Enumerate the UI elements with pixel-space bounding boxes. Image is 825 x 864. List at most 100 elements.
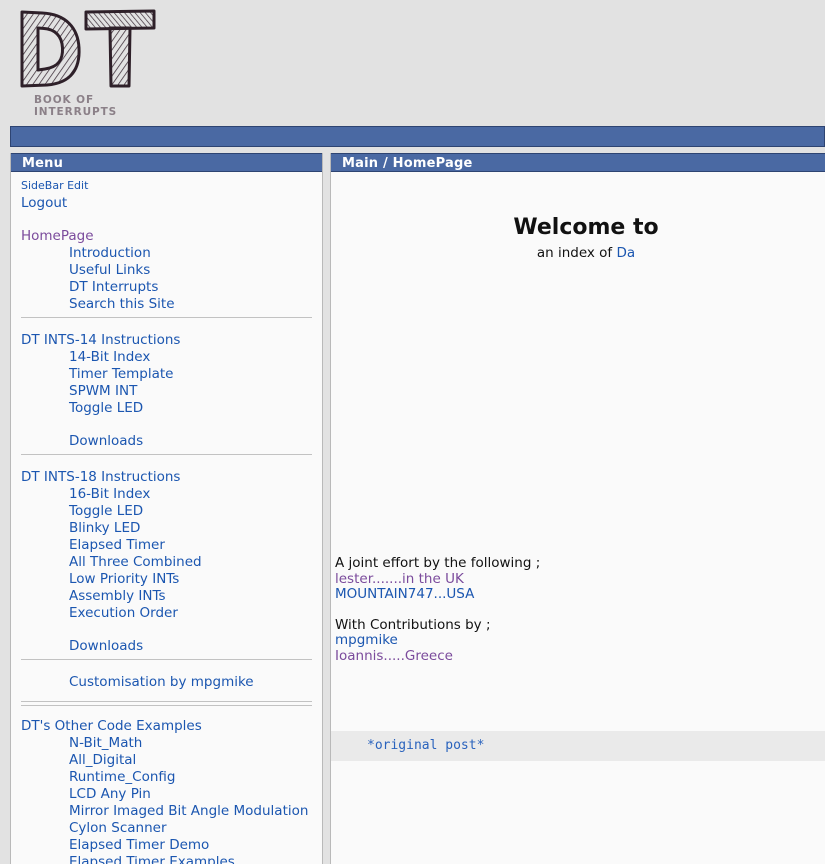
sidebar-link-runtime-config[interactable]: Runtime_Config bbox=[69, 769, 175, 785]
page-title: Welcome to bbox=[513, 215, 659, 240]
sidebar-link-elapsed-timer-examples[interactable]: Elapsed Timer Examples bbox=[69, 854, 235, 864]
contributions-label: With Contributions by ; bbox=[335, 616, 491, 633]
sidebar-item-lcd-any-pin[interactable]: LCD Any Pin bbox=[21, 785, 312, 802]
sidebar-link-low-priority-ints[interactable]: Low Priority INTs bbox=[69, 571, 179, 587]
sidebar-link-toggle-led-18[interactable]: Toggle LED bbox=[69, 503, 143, 519]
sidebar-link-downloads-14[interactable]: Downloads bbox=[69, 433, 143, 449]
sidebar-section-ints14-heading[interactable]: DT INTS-14 Instructions bbox=[21, 331, 312, 348]
sidebar-link-dt-ints-18-instructions[interactable]: DT INTS-18 Instructions bbox=[21, 469, 180, 485]
sidebar-link-dts-other-code-examples[interactable]: DT's Other Code Examples bbox=[21, 718, 202, 734]
sidebar-link-homepage[interactable]: HomePage bbox=[21, 228, 94, 244]
page-subtitle-link[interactable]: Da bbox=[616, 245, 635, 261]
dt-sketch-logo-icon bbox=[20, 9, 156, 88]
sidebar: Menu SideBar Edit Logout HomePage Introd… bbox=[10, 153, 323, 864]
sidebar-item-useful-links[interactable]: Useful Links bbox=[21, 261, 312, 278]
sidebar-item-sidebar-edit[interactable]: SideBar Edit bbox=[21, 178, 312, 194]
sidebar-link-14-bit-index[interactable]: 14-Bit Index bbox=[69, 349, 150, 365]
sidebar-section-ints18-heading[interactable]: DT INTS-18 Instructions bbox=[21, 468, 312, 485]
sidebar-item-mirror-imaged-bam[interactable]: Mirror Imaged Bit Angle Modulation bbox=[21, 802, 312, 819]
sidebar-item-elapsed-timer-examples[interactable]: Elapsed Timer Examples bbox=[21, 853, 312, 864]
credit-link-lester[interactable]: lester.......in the UK bbox=[335, 571, 464, 587]
credit-link-mpgmike[interactable]: mpgmike bbox=[335, 632, 398, 648]
sidebar-item-all-three-combined[interactable]: All Three Combined bbox=[21, 553, 312, 570]
sidebar-item-search-this-site[interactable]: Search this Site bbox=[21, 295, 312, 312]
sidebar-item-toggle-led-18[interactable]: Toggle LED bbox=[21, 502, 312, 519]
sidebar-item-elapsed-timer-demo[interactable]: Elapsed Timer Demo bbox=[21, 836, 312, 853]
credit-lester[interactable]: lester.......in the UK bbox=[335, 571, 540, 588]
top-accent-bar bbox=[10, 126, 825, 147]
sidebar-item-toggle-led-14[interactable]: Toggle LED bbox=[21, 399, 312, 416]
sidebar-item-runtime-config[interactable]: Runtime_Config bbox=[21, 768, 312, 785]
credit-link-mountain747[interactable]: MOUNTAIN747...USA bbox=[335, 586, 474, 602]
sidebar-link-introduction[interactable]: Introduction bbox=[69, 245, 151, 261]
sidebar-link-cylon-scanner[interactable]: Cylon Scanner bbox=[69, 820, 167, 836]
sidebar-link-useful-links[interactable]: Useful Links bbox=[69, 262, 150, 278]
site-header: BOOK OF INTERRUPTS bbox=[0, 0, 825, 118]
sidebar-item-16-bit-index[interactable]: 16-Bit Index bbox=[21, 485, 312, 502]
sidebar-item-elapsed-timer[interactable]: Elapsed Timer bbox=[21, 536, 312, 553]
sidebar-divider-2 bbox=[21, 454, 312, 455]
sidebar-item-downloads-18[interactable]: Downloads bbox=[21, 637, 312, 654]
credits-block: A joint effort by the following ; lester… bbox=[335, 555, 541, 665]
sidebar-link-toggle-led-14[interactable]: Toggle LED bbox=[69, 400, 143, 416]
sidebar-item-spwm-int[interactable]: SPWM INT bbox=[21, 382, 312, 399]
sidebar-link-elapsed-timer[interactable]: Elapsed Timer bbox=[69, 537, 165, 553]
sidebar-item-assembly-ints[interactable]: Assembly INTs bbox=[21, 587, 312, 604]
credit-mpgmike[interactable]: mpgmike bbox=[335, 632, 540, 649]
sidebar-item-14-bit-index[interactable]: 14-Bit Index bbox=[21, 348, 312, 365]
site-logo[interactable]: BOOK OF INTERRUPTS bbox=[14, 6, 164, 118]
sidebar-link-lcd-any-pin[interactable]: LCD Any Pin bbox=[69, 786, 151, 802]
sidebar-link-elapsed-timer-demo[interactable]: Elapsed Timer Demo bbox=[69, 837, 209, 853]
sidebar-link-search-this-site[interactable]: Search this Site bbox=[69, 296, 175, 312]
main-content-panel: Main / HomePage Welcome to an index of D… bbox=[330, 153, 825, 864]
sidebar-item-timer-template[interactable]: Timer Template bbox=[21, 365, 312, 382]
sidebar-item-blinky-led[interactable]: Blinky LED bbox=[21, 519, 312, 536]
sidebar-body: SideBar Edit Logout HomePage Introductio… bbox=[11, 172, 322, 864]
credits-spacer bbox=[335, 603, 540, 618]
sidebar-item-n-bit-math[interactable]: N-Bit_Math bbox=[21, 734, 312, 751]
sidebar-link-execution-order[interactable]: Execution Order bbox=[69, 605, 178, 621]
sidebar-edit-link[interactable]: SideBar Edit bbox=[21, 179, 88, 192]
sidebar-item-execution-order[interactable]: Execution Order bbox=[21, 604, 312, 621]
code-line-original-post[interactable]: *original post* bbox=[331, 738, 825, 753]
logout-link[interactable]: Logout bbox=[21, 195, 67, 211]
sidebar-link-customisation-by-mpgmike[interactable]: Customisation by mpgmike bbox=[69, 674, 254, 690]
credit-mountain747[interactable]: MOUNTAIN747...USA bbox=[335, 586, 540, 603]
sidebar-item-dt-interrupts[interactable]: DT Interrupts bbox=[21, 278, 312, 295]
joint-effort-label: A joint effort by the following ; bbox=[335, 555, 541, 571]
page-subtitle: an index of Da bbox=[331, 245, 825, 261]
page-subtitle-prefix: an index of bbox=[536, 245, 617, 261]
sidebar-link-dt-ints-14-instructions[interactable]: DT INTS-14 Instructions bbox=[21, 332, 180, 348]
sidebar-item-introduction[interactable]: Introduction bbox=[21, 244, 312, 261]
sidebar-section-homepage-heading[interactable]: HomePage bbox=[21, 227, 312, 244]
sidebar-link-timer-template[interactable]: Timer Template bbox=[69, 366, 173, 382]
sidebar-section-other-examples-heading[interactable]: DT's Other Code Examples bbox=[21, 717, 312, 734]
sidebar-item-logout[interactable]: Logout bbox=[21, 194, 312, 211]
sidebar-link-blinky-led[interactable]: Blinky LED bbox=[69, 520, 140, 536]
sidebar-item-downloads-14[interactable]: Downloads bbox=[21, 432, 312, 449]
sidebar-link-spwm-int[interactable]: SPWM INT bbox=[69, 383, 137, 399]
sidebar-item-all-digital[interactable]: All_Digital bbox=[21, 751, 312, 768]
sidebar-link-16-bit-index[interactable]: 16-Bit Index bbox=[69, 486, 150, 502]
sidebar-link-dt-interrupts[interactable]: DT Interrupts bbox=[69, 279, 158, 295]
credit-ioannis[interactable]: Ioannis.....Greece bbox=[335, 648, 540, 665]
sidebar-item-low-priority-ints[interactable]: Low Priority INTs bbox=[21, 570, 312, 587]
sidebar-link-all-three-combined[interactable]: All Three Combined bbox=[69, 554, 202, 570]
page-root: BOOK OF INTERRUPTS Menu SideBar Edit Log… bbox=[0, 0, 825, 864]
sidebar-item-customisation[interactable]: Customisation by mpgmike bbox=[21, 673, 312, 690]
sidebar-link-downloads-18[interactable]: Downloads bbox=[69, 638, 143, 654]
sidebar-link-mirror-imaged-bit-angle-modulation[interactable]: Mirror Imaged Bit Angle Modulation bbox=[69, 803, 308, 819]
sidebar-divider-5 bbox=[21, 705, 312, 706]
credit-link-ioannis[interactable]: Ioannis.....Greece bbox=[335, 648, 453, 664]
sidebar-item-cylon-scanner[interactable]: Cylon Scanner bbox=[21, 819, 312, 836]
sidebar-link-n-bit-math[interactable]: N-Bit_Math bbox=[69, 735, 142, 751]
sidebar-title: Menu bbox=[11, 153, 322, 172]
sidebar-link-all-digital[interactable]: All_Digital bbox=[69, 752, 136, 768]
sidebar-link-assembly-ints[interactable]: Assembly INTs bbox=[69, 588, 165, 604]
